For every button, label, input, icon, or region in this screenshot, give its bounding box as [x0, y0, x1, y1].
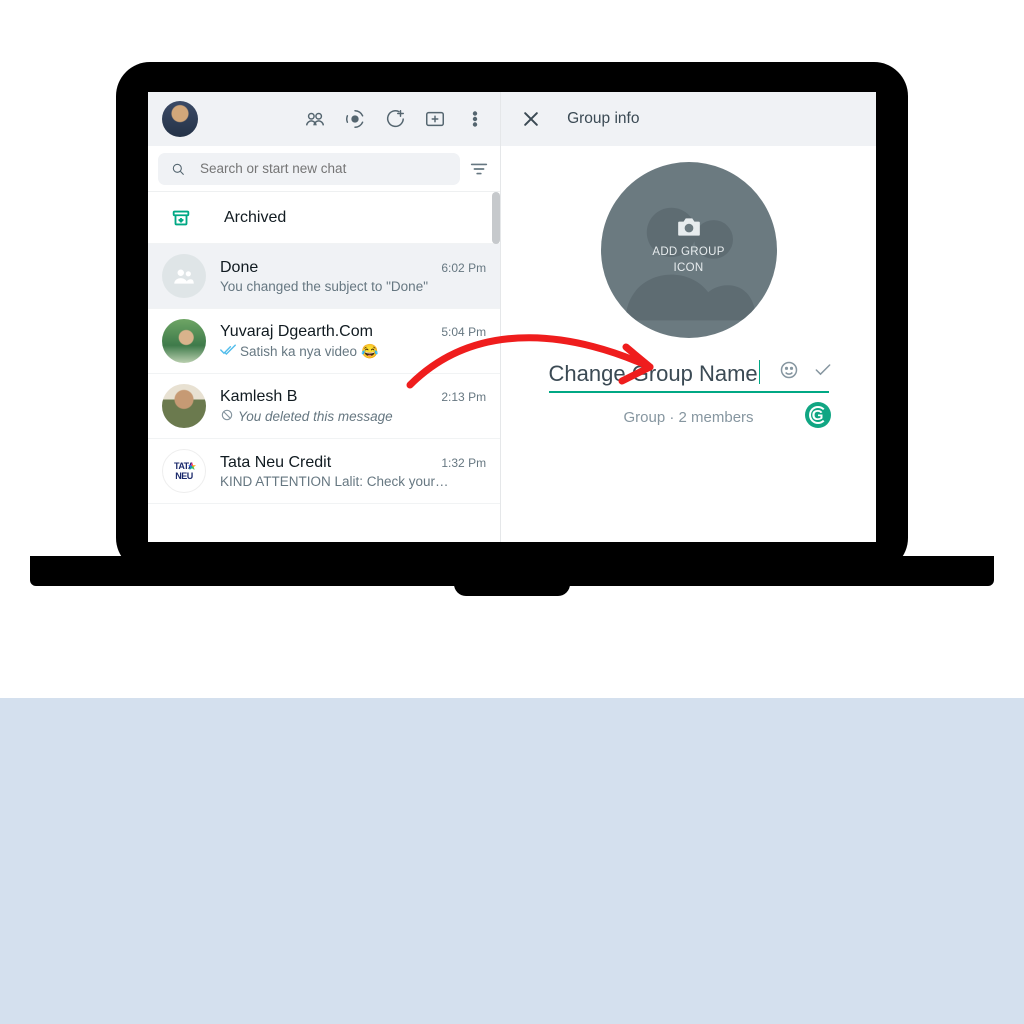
emoji-picker-icon[interactable] [779, 360, 799, 380]
group-info-panel: Group info ADD GROUPICON [501, 92, 876, 542]
panel-body: ADD GROUPICON Change Group Name [501, 146, 876, 542]
contact-avatar [162, 449, 206, 493]
group-name-edit: Change Group Name G [549, 360, 829, 393]
chat-preview: You deleted this message [220, 408, 486, 425]
search-input[interactable] [200, 161, 448, 176]
laptop-notch [454, 584, 570, 596]
chat-row[interactable]: Yuvaraj Dgearth.Com 5:04 Pm Satish ka ny… [148, 309, 500, 374]
page-background-strip [0, 698, 1024, 1024]
group-subline: Group · 2 members [624, 409, 754, 426]
grammarly-icon[interactable]: G [805, 402, 831, 428]
chat-time: 5:04 Pm [441, 325, 486, 339]
menu-kebab-icon[interactable] [464, 108, 486, 130]
archive-icon [170, 207, 192, 229]
emoji: 😂 [361, 343, 378, 360]
chat-name: Yuvaraj Dgearth.Com [220, 323, 373, 341]
search-box[interactable] [158, 153, 460, 185]
laptop-base [30, 556, 994, 586]
chat-time: 6:02 Pm [441, 261, 486, 275]
chat-row[interactable]: Kamlesh B 2:13 Pm You deleted this messa… [148, 374, 500, 439]
search-bar [148, 146, 500, 192]
group-name-input[interactable]: Change Group Name [549, 361, 758, 386]
chat-list: Archived Done 6:02 Pm You changed th [148, 192, 500, 542]
confirm-check-icon[interactable] [813, 360, 833, 380]
chat-name: Kamlesh B [220, 388, 297, 406]
panel-title: Group info [567, 110, 639, 128]
chat-row[interactable]: Done 6:02 Pm You changed the subject to … [148, 244, 500, 309]
blocked-icon [220, 408, 234, 425]
close-icon[interactable] [521, 109, 541, 129]
text-cursor [759, 360, 760, 384]
contact-avatar [162, 319, 206, 363]
chat-preview: Satish ka nya video 😂 [220, 343, 486, 360]
archived-label: Archived [224, 209, 286, 227]
new-chat-icon[interactable] [384, 108, 406, 130]
chat-preview: You changed the subject to "Done" [220, 279, 486, 294]
scrollbar-thumb[interactable] [492, 192, 500, 244]
chat-name: Done [220, 259, 258, 277]
filter-icon[interactable] [468, 158, 490, 180]
status-icon[interactable] [344, 108, 366, 130]
chat-time: 2:13 Pm [441, 390, 486, 404]
contact-avatar [162, 384, 206, 428]
camera-icon [676, 216, 702, 238]
laptop-bezel: Archived Done 6:02 Pm You changed th [116, 62, 908, 572]
group-avatar-icon [162, 254, 206, 298]
chat-row[interactable]: Tata Neu Credit 1:32 Pm KIND ATTENTION L… [148, 439, 500, 504]
panel-header: Group info [501, 92, 876, 146]
new-group-icon[interactable] [424, 108, 446, 130]
add-group-icon-label: ADD GROUPICON [652, 245, 724, 276]
archived-row[interactable]: Archived [148, 192, 500, 244]
sidebar-toolbar [148, 92, 500, 146]
read-ticks-icon [220, 344, 236, 359]
app-screen: Archived Done 6:02 Pm You changed th [148, 92, 876, 542]
search-icon [170, 161, 186, 177]
chat-sidebar: Archived Done 6:02 Pm You changed th [148, 92, 501, 542]
group-picture-button[interactable]: ADD GROUPICON [601, 162, 777, 338]
avatar-me[interactable] [162, 101, 198, 137]
chat-name: Tata Neu Credit [220, 454, 331, 472]
chat-preview: KIND ATTENTION Lalit: Check your… [220, 474, 486, 489]
chat-time: 1:32 Pm [441, 456, 486, 470]
communities-icon[interactable] [304, 108, 326, 130]
